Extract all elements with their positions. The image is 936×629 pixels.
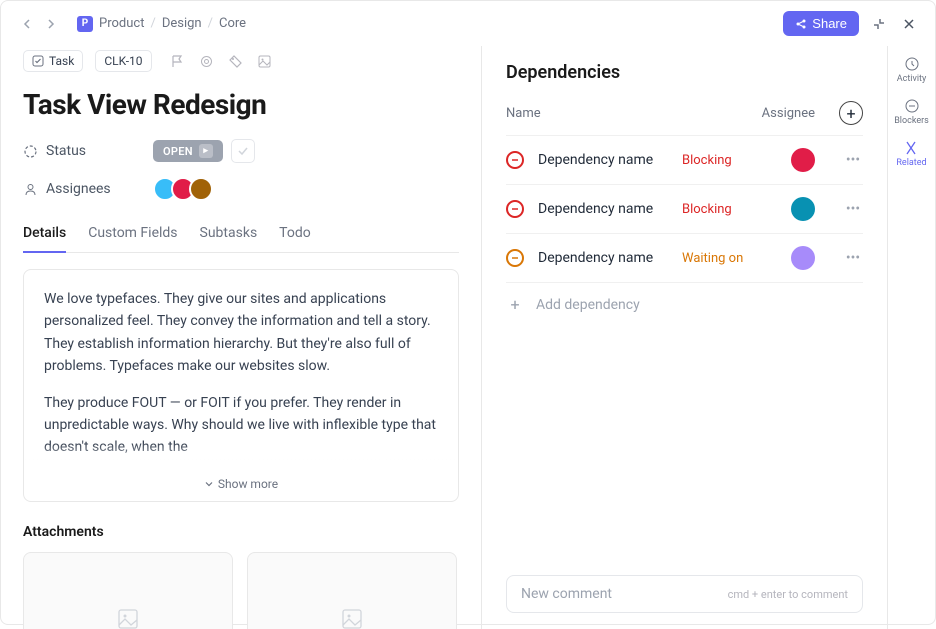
activity-icon bbox=[904, 56, 920, 72]
flag-icon[interactable] bbox=[170, 54, 185, 69]
task-id-chip[interactable]: CLK-10 bbox=[95, 50, 151, 72]
col-name: Name bbox=[506, 106, 541, 121]
breadcrumb-item[interactable]: Design bbox=[162, 16, 202, 31]
dependency-status: Waiting on bbox=[682, 251, 763, 266]
show-more-button[interactable]: Show more bbox=[44, 473, 438, 491]
description-paragraph: They produce FOUT — or FOIT if you prefe… bbox=[44, 392, 438, 459]
tab-todo[interactable]: Todo bbox=[279, 215, 311, 253]
task-type-chip[interactable]: Task bbox=[23, 50, 83, 72]
rail-activity[interactable]: Activity bbox=[897, 56, 926, 84]
status-icon bbox=[23, 144, 38, 159]
avatar[interactable] bbox=[189, 177, 213, 201]
status-pill[interactable]: OPEN ▸ bbox=[153, 140, 223, 162]
share-label: Share bbox=[812, 16, 847, 31]
blocking-icon bbox=[506, 151, 524, 169]
dependency-name: Dependency name bbox=[538, 152, 668, 168]
breadcrumb: P Product / Design / Core bbox=[77, 16, 246, 32]
col-assignee: Assignee bbox=[762, 106, 815, 121]
more-icon[interactable]: ••• bbox=[843, 250, 863, 266]
add-dependency-icon-button[interactable]: + bbox=[839, 101, 863, 125]
dependencies-panel: Dependencies Name Assignee + Dependency … bbox=[481, 46, 887, 629]
tab-custom-fields[interactable]: Custom Fields bbox=[88, 215, 177, 253]
tag-icon[interactable] bbox=[228, 54, 243, 69]
nav-forward-button[interactable] bbox=[41, 14, 61, 34]
attachments-heading: Attachments bbox=[23, 524, 459, 540]
more-icon[interactable]: ••• bbox=[843, 201, 863, 217]
share-button[interactable]: Share bbox=[783, 11, 859, 36]
attachment-placeholder[interactable] bbox=[247, 552, 457, 629]
dependency-status: Blocking bbox=[682, 202, 763, 217]
breadcrumb-item[interactable]: Product bbox=[99, 16, 144, 31]
avatar[interactable] bbox=[791, 197, 815, 221]
related-icon bbox=[903, 140, 919, 156]
right-rail: Activity Blockers Related bbox=[887, 46, 935, 629]
status-label: Status bbox=[23, 143, 153, 159]
add-dependency-row[interactable]: + Add dependency bbox=[506, 282, 863, 326]
nav-back-button[interactable] bbox=[17, 14, 37, 34]
task-detail-panel: Task CLK-10 Task View Redesign Status OP… bbox=[1, 46, 481, 629]
blockers-icon bbox=[904, 98, 920, 114]
image-icon[interactable] bbox=[257, 54, 272, 69]
waiting-icon bbox=[506, 249, 524, 267]
dependency-row[interactable]: Dependency name Waiting on ••• bbox=[506, 233, 863, 282]
plus-icon: + bbox=[506, 295, 524, 314]
person-icon bbox=[23, 182, 38, 197]
comment-placeholder: New comment bbox=[521, 586, 612, 602]
project-icon: P bbox=[77, 16, 93, 32]
target-icon[interactable] bbox=[199, 54, 214, 69]
tab-subtasks[interactable]: Subtasks bbox=[200, 215, 258, 253]
dependency-name: Dependency name bbox=[538, 201, 668, 217]
image-icon bbox=[117, 608, 139, 629]
dependency-status: Blocking bbox=[682, 153, 763, 168]
more-icon[interactable]: ••• bbox=[843, 152, 863, 168]
comment-hint: cmd + enter to comment bbox=[728, 588, 848, 601]
close-icon[interactable] bbox=[899, 14, 919, 34]
rail-blockers[interactable]: Blockers bbox=[894, 98, 929, 126]
avatar[interactable] bbox=[791, 246, 815, 270]
status-next-icon[interactable]: ▸ bbox=[199, 144, 213, 158]
check-square-icon bbox=[32, 55, 44, 67]
description-paragraph: We love typefaces. They give our sites a… bbox=[44, 288, 438, 378]
breadcrumb-item[interactable]: Core bbox=[219, 16, 246, 31]
blocking-icon bbox=[506, 200, 524, 218]
complete-checkbox[interactable] bbox=[231, 139, 255, 163]
assignee-avatars[interactable] bbox=[153, 177, 213, 201]
top-header: P Product / Design / Core Share bbox=[1, 1, 935, 46]
task-title[interactable]: Task View Redesign bbox=[23, 88, 459, 121]
avatar[interactable] bbox=[791, 148, 815, 172]
dependencies-title: Dependencies bbox=[506, 62, 863, 83]
comment-input[interactable]: New comment cmd + enter to comment bbox=[506, 575, 863, 613]
tab-details[interactable]: Details bbox=[23, 215, 66, 253]
dependency-row[interactable]: Dependency name Blocking ••• bbox=[506, 135, 863, 184]
collapse-icon[interactable] bbox=[869, 14, 889, 34]
attachment-placeholder[interactable] bbox=[23, 552, 233, 629]
chevron-down-icon bbox=[204, 479, 214, 489]
assignees-label: Assignees bbox=[23, 181, 153, 197]
dependency-row[interactable]: Dependency name Blocking ••• bbox=[506, 184, 863, 233]
dependency-name: Dependency name bbox=[538, 250, 668, 266]
image-icon bbox=[341, 608, 363, 629]
share-icon bbox=[795, 18, 807, 30]
description-box[interactable]: We love typefaces. They give our sites a… bbox=[23, 269, 459, 502]
rail-related[interactable]: Related bbox=[896, 140, 926, 168]
tabs: Details Custom Fields Subtasks Todo bbox=[23, 215, 459, 253]
